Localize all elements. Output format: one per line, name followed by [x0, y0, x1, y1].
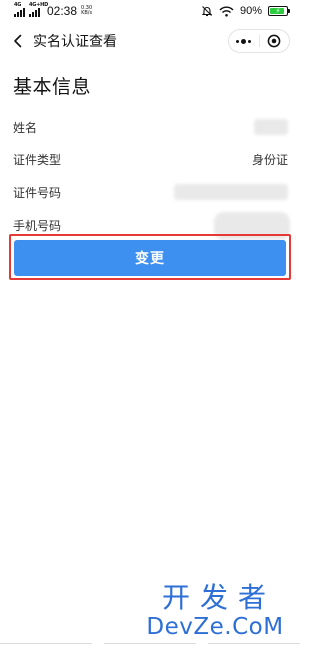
network-type-2: 4G+HD	[29, 2, 49, 8]
target-circle-icon	[267, 34, 281, 48]
status-left: 4G 4G+HD 02:38 0.30 KB/s	[14, 2, 92, 18]
name-label: 姓名	[13, 121, 38, 135]
more-button[interactable]	[229, 30, 259, 52]
watermark: 开发者 DevZe.CoM	[140, 581, 290, 641]
wifi-icon	[219, 6, 234, 17]
network-speed-unit: KB/s	[81, 10, 93, 16]
id-type-label: 证件类型	[13, 153, 62, 167]
mute-bell-icon	[201, 6, 213, 17]
mini-program-capsule	[228, 29, 290, 53]
signal-icon: 4G+HD	[29, 2, 48, 17]
watermark-cn: 开发者	[161, 581, 276, 614]
info-row-name: 姓名	[0, 113, 300, 143]
status-right: 90% ⚡	[201, 4, 290, 18]
id-number-label: 证件号码	[13, 186, 62, 200]
charging-bolt-icon: ⚡	[275, 6, 281, 15]
close-mini-program-button[interactable]	[260, 30, 290, 52]
info-row-id-type: 证件类型 身份证	[0, 145, 300, 175]
watermark-en: DevZe.CoM	[146, 614, 284, 640]
network-speed: 0.30 KB/s	[81, 6, 92, 16]
status-bar: 4G 4G+HD 02:38 0.30 KB/s 90% ⚡	[0, 0, 300, 22]
name-redacted	[254, 119, 288, 135]
chevron-left-icon	[14, 34, 22, 48]
network-type-1: 4G	[14, 2, 22, 8]
more-dots-icon	[236, 38, 252, 44]
change-button[interactable]: 变更	[14, 240, 286, 276]
bottom-divider	[0, 643, 300, 644]
info-row-id-number: 证件号码	[0, 178, 300, 208]
id-number-redacted	[174, 184, 288, 200]
phone-label: 手机号码	[13, 219, 62, 233]
status-time: 02:38	[47, 4, 78, 18]
page-title: 实名认证查看	[33, 34, 117, 50]
id-type-value: 身份证	[251, 153, 288, 167]
back-button[interactable]	[4, 26, 32, 56]
navigation-bar: 实名认证查看	[0, 24, 300, 58]
battery-percent: 90%	[239, 5, 262, 17]
signal-icon: 4G	[14, 2, 25, 17]
section-title: 基本信息	[13, 76, 92, 98]
battery-icon: ⚡	[268, 6, 290, 16]
